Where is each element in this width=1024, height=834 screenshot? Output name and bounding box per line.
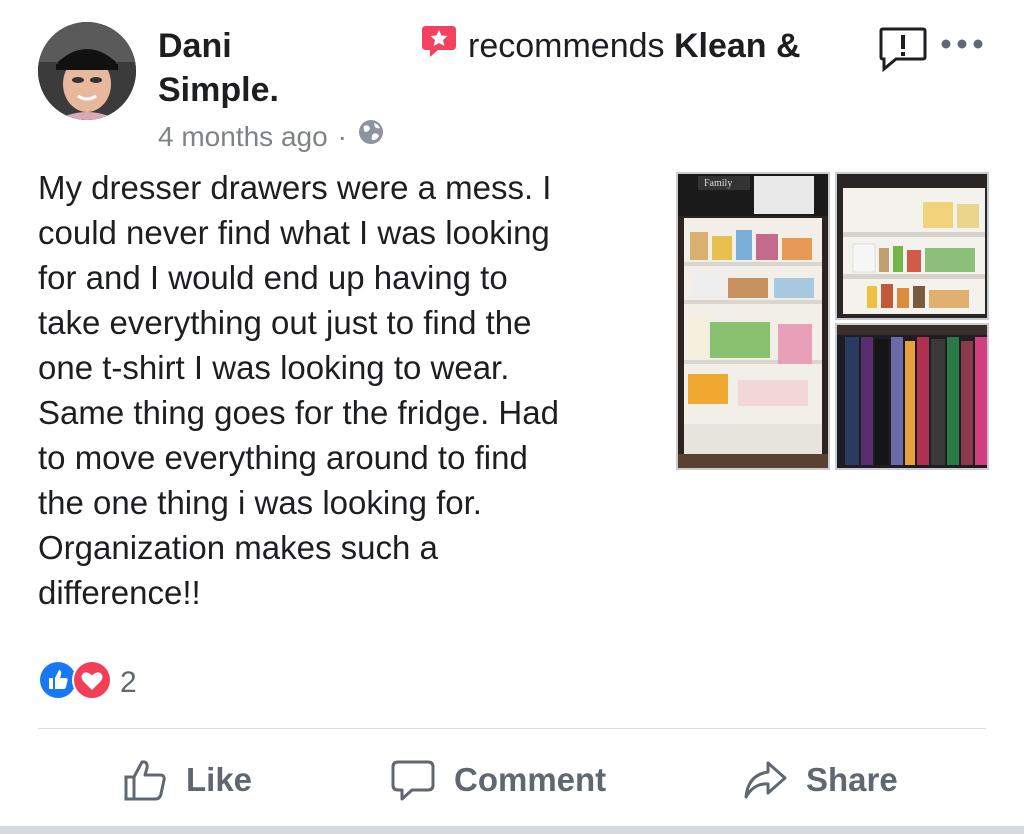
recommendation-text: recommends Klean & — [468, 24, 801, 68]
post-meta: 4 months ago · — [158, 118, 385, 155]
comment-button[interactable]: Comment — [390, 752, 606, 808]
page-name-link-continued[interactable]: Simple. — [158, 68, 279, 112]
photo-sign-text: Family — [704, 178, 732, 189]
comment-icon — [391, 760, 435, 801]
fridge-photo[interactable]: Family — [676, 172, 830, 470]
reaction-count: 2 — [120, 665, 137, 699]
meta-separator: · — [337, 120, 347, 152]
report-icon[interactable] — [878, 26, 928, 73]
like-button[interactable]: Like — [122, 752, 252, 808]
like-label: Like — [186, 761, 253, 798]
bottom-separator-bar — [0, 826, 1024, 834]
fridge-shelves-photo[interactable] — [835, 172, 989, 320]
reactions-summary[interactable]: 2 — [38, 660, 137, 705]
recommends-label: recommends — [468, 27, 665, 65]
post-timestamp[interactable]: 4 months ago — [158, 119, 328, 155]
share-arrow-icon — [744, 761, 787, 799]
drawer-shirts-photo[interactable] — [835, 323, 989, 470]
thumbs-up-icon — [124, 760, 166, 801]
share-button[interactable]: Share — [742, 752, 898, 808]
comment-label: Comment — [454, 761, 607, 798]
divider — [38, 728, 986, 729]
page-name-link[interactable]: Klean & — [674, 27, 801, 65]
recommend-badge-icon — [420, 22, 458, 60]
globe-icon[interactable] — [357, 118, 385, 155]
author-avatar[interactable] — [38, 22, 136, 120]
love-reaction-icon — [72, 660, 112, 705]
post-body-text: My dresser drawers were a mess. I could … — [38, 169, 559, 611]
more-options-icon[interactable] — [940, 34, 984, 54]
share-label: Share — [806, 761, 898, 798]
